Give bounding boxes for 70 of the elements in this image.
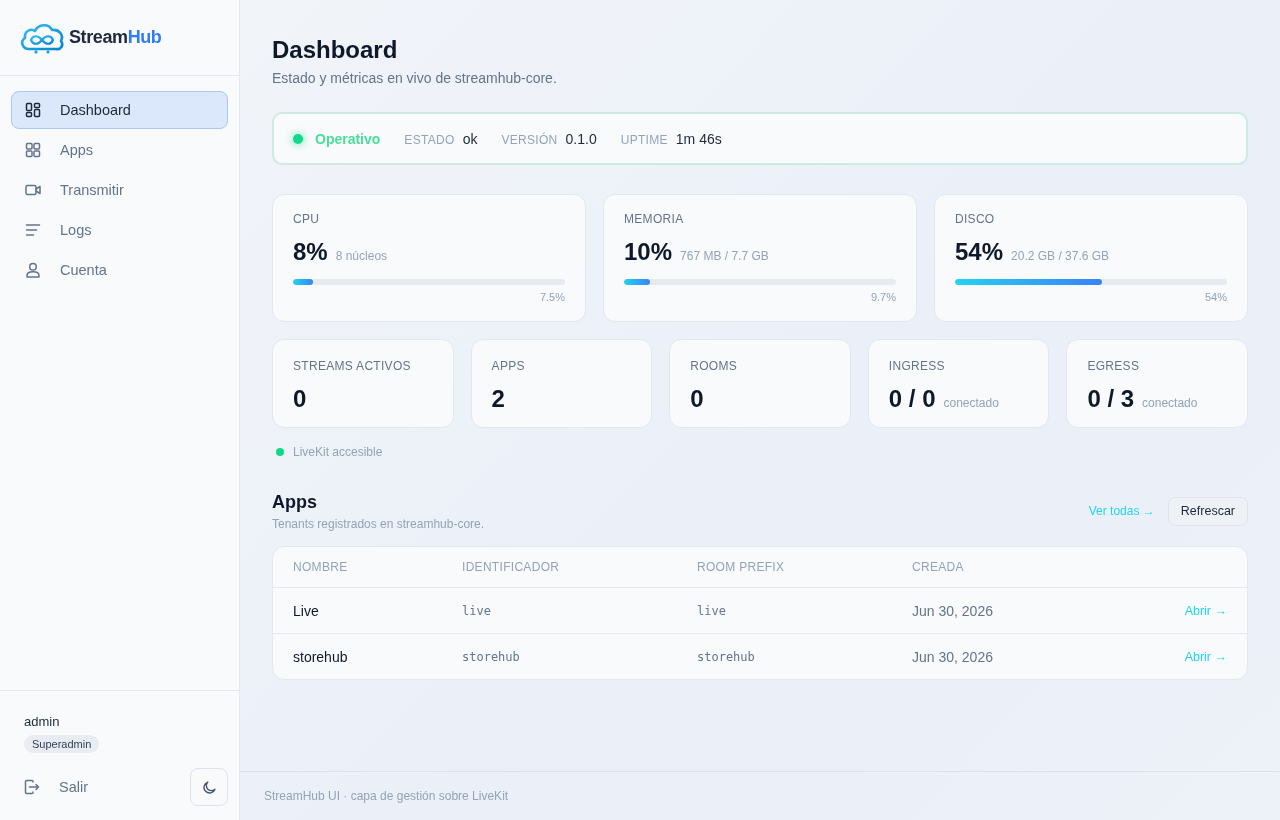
counter-label: INGRESS — [888, 359, 945, 373]
livekit-status: LiveKit accesible — [293, 444, 383, 460]
grid-icon — [25, 142, 41, 158]
metric-detail: 8 núcleos — [335, 249, 388, 263]
status-label: ESTADO — [404, 132, 455, 147]
footer-text: StreamHub UI · capa de gestión sobre LiveKit — [264, 789, 509, 803]
column-header: IDENTIFICADOR — [462, 560, 560, 574]
status-value: 1m 46s — [675, 130, 722, 147]
counter-label: APPS — [491, 359, 525, 373]
user-icon — [25, 262, 41, 278]
counter-label: STREAMS ACTIVOS — [293, 359, 411, 373]
metric-label: DISCO — [955, 211, 996, 227]
table-cell: Live — [293, 602, 319, 619]
nav-item[interactable]: Logs — [11, 211, 228, 249]
counter-value: 0 / 0 — [888, 384, 936, 414]
status-label: UPTIME — [620, 132, 668, 147]
table-cell: storehub — [697, 649, 755, 664]
section-subtitle: Tenants registrados en streamhub-core. — [272, 516, 485, 532]
metric-detail: 767 MB / 7.7 GB — [680, 249, 769, 263]
logout-icon — [24, 779, 40, 795]
moon-icon — [201, 779, 217, 795]
progress-reading: 7.5% — [539, 290, 565, 304]
counter-value: 0 — [293, 384, 307, 414]
status-value: ok — [462, 130, 478, 147]
counter-detail: conectado — [943, 396, 999, 410]
table-cell: Jun 30, 2026 — [912, 648, 993, 665]
refresh-button[interactable]: Refrescar — [1167, 496, 1248, 526]
role-badge: Superadmin — [24, 735, 100, 753]
counter-detail: conectado — [1142, 396, 1198, 410]
column-header: NOMBRE — [293, 560, 348, 574]
video-camera-icon — [25, 182, 41, 198]
counter-label: EGRESS — [1087, 359, 1140, 373]
metric-value: 10% — [624, 237, 673, 267]
metric-value: 54% — [955, 237, 1004, 267]
counter-value: 2 — [491, 384, 505, 414]
table-cell: Jun 30, 2026 — [912, 602, 993, 619]
nav-item[interactable]: Dashboard — [11, 91, 228, 129]
counter-value: 0 — [690, 384, 704, 414]
status-label: VERSIÓN — [501, 132, 558, 147]
counter-value: 0 / 3 — [1087, 384, 1135, 414]
page-title: Dashboard — [272, 36, 399, 64]
table-cell: storehub — [293, 648, 348, 665]
column-header: CREADA — [912, 560, 964, 574]
status-text: Operativo — [315, 130, 381, 147]
nav-item[interactable]: Cuenta — [11, 251, 228, 289]
status-value: 0.1.0 — [565, 130, 597, 147]
progress-reading: 9.7% — [870, 290, 896, 304]
logout-link[interactable]: Salir — [11, 768, 101, 806]
table-cell: live — [462, 603, 491, 618]
metric-detail: 20.2 GB / 37.6 GB — [1011, 249, 1110, 263]
table-cell: storehub — [462, 649, 520, 664]
cloud-logo-icon — [19, 21, 65, 54]
metric-label: CPU — [293, 211, 321, 227]
progress-reading: 54% — [1204, 290, 1227, 304]
counter-label: ROOMS — [690, 359, 738, 373]
nav-item[interactable]: Transmitir — [11, 171, 228, 209]
brand-name: StreamHub — [69, 27, 162, 48]
dashboard-icon — [25, 102, 41, 118]
nav-item[interactable]: Apps — [11, 131, 228, 169]
metric-label: MEMORIA — [624, 211, 685, 227]
theme-toggle-button[interactable] — [190, 768, 228, 806]
user-name: admin — [24, 714, 60, 730]
section-title: Apps — [272, 491, 318, 514]
status-dot-icon — [293, 133, 303, 144]
column-header: ROOM PREFIX — [697, 560, 785, 574]
table-cell: live — [697, 603, 726, 618]
page-subtitle: Estado y métricas en vivo de streamhub-core. — [272, 69, 558, 88]
metric-value: 8% — [293, 237, 328, 267]
status-dot-icon — [276, 448, 284, 456]
list-icon — [25, 222, 41, 238]
